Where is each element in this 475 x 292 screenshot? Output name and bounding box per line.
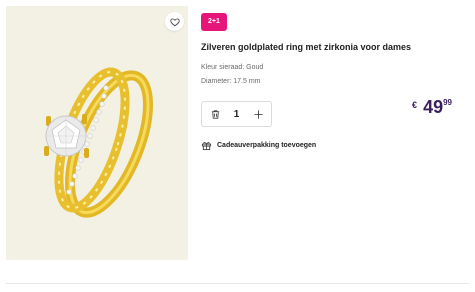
- gift-wrap-option[interactable]: Cadeauverpakking toevoegen: [201, 140, 316, 151]
- color-spec: Kleur sieraad: Goud: [201, 64, 264, 71]
- product-image[interactable]: [6, 6, 188, 260]
- plus-icon: [253, 109, 263, 119]
- diameter-spec: Diameter: 17.5 mm: [201, 78, 261, 85]
- heart-icon: [169, 17, 180, 26]
- promo-badge: 2+1: [201, 13, 227, 31]
- price: € 49 99: [412, 96, 452, 118]
- divider: [6, 283, 469, 284]
- quantity-value[interactable]: 1: [234, 109, 240, 120]
- wishlist-button[interactable]: [165, 12, 184, 31]
- trash-icon: [211, 109, 219, 119]
- product-title[interactable]: Zilveren goldplated ring met zirkonia vo…: [201, 42, 411, 52]
- price-currency: €: [412, 100, 418, 110]
- increment-button[interactable]: [252, 108, 264, 120]
- ring-image: [44, 67, 154, 218]
- gift-wrap-label: Cadeauverpakking toevoegen: [217, 142, 317, 149]
- price-cents: 99: [443, 98, 452, 107]
- gift-icon: [201, 142, 212, 151]
- price-whole: 49: [423, 97, 444, 117]
- quantity-stepper: 1: [201, 101, 272, 127]
- remove-button[interactable]: [209, 108, 221, 120]
